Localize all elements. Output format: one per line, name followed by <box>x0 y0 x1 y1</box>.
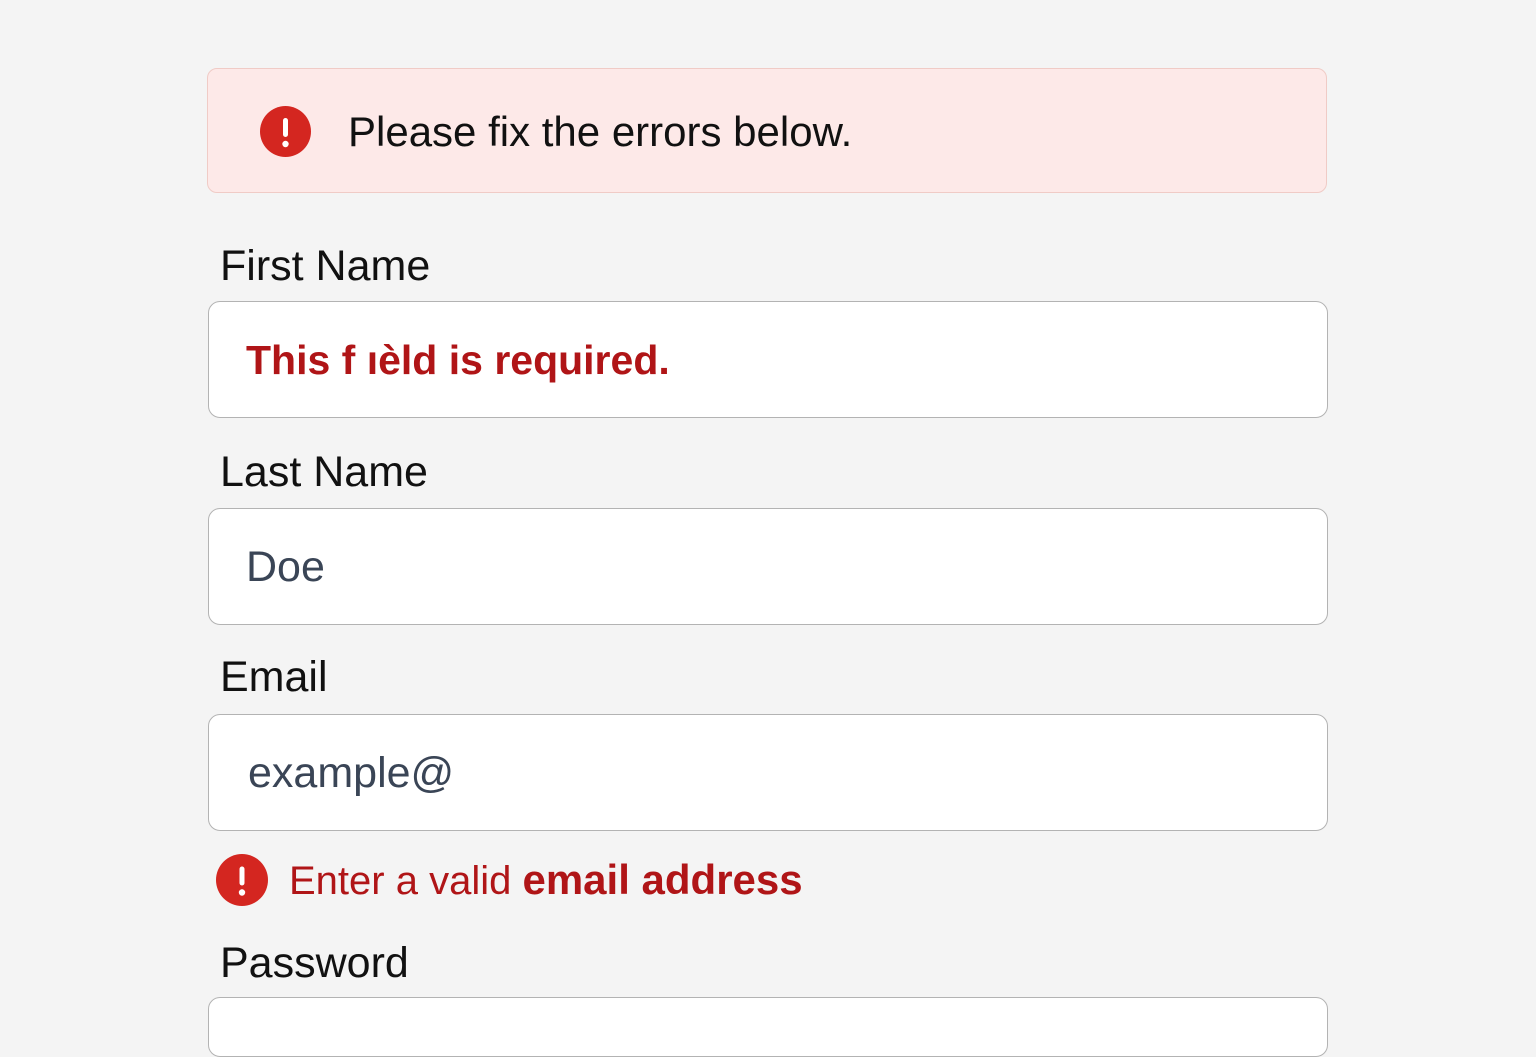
first-name-label: First Name <box>220 242 431 290</box>
last-name-value: Doe <box>246 543 325 591</box>
email-input[interactable]: example@ <box>208 714 1328 831</box>
email-error-emphasis: email address <box>522 856 803 903</box>
email-error-prefix: Enter a valid <box>289 859 523 903</box>
error-circle-icon <box>216 854 268 906</box>
password-input[interactable] <box>208 997 1328 1057</box>
alert-message: Please fix the errors below. <box>348 108 853 155</box>
password-label: Password <box>220 939 409 987</box>
email-label: Email <box>220 653 328 701</box>
error-alert-banner: Please fix the errors below. <box>207 68 1327 193</box>
email-value: example@ <box>248 749 455 797</box>
last-name-label: Last Name <box>220 448 428 496</box>
first-name-error-value: This f ıèld is required. <box>246 337 670 383</box>
last-name-input[interactable]: Doe <box>208 508 1328 625</box>
first-name-input[interactable]: This f ıèld is required. <box>208 301 1328 418</box>
email-error-text: Enter a valid email address <box>289 856 803 905</box>
error-circle-icon <box>260 106 311 157</box>
